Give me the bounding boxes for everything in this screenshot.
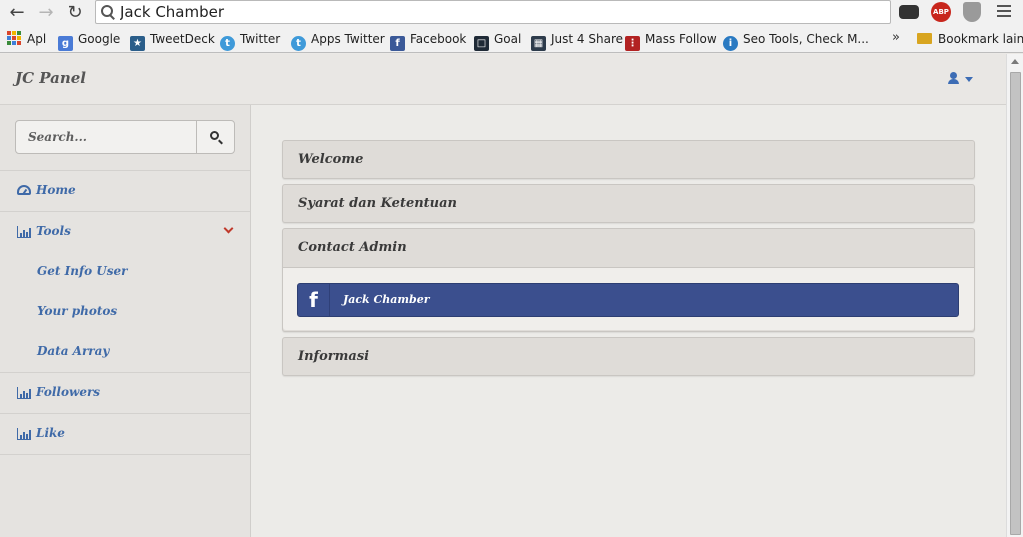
goal-icon: □ — [474, 36, 489, 51]
sidebar: Home Tools Get Info User Your photos Dat… — [0, 105, 251, 537]
panel-informasi: Informasi — [282, 337, 975, 376]
adblock-plus-icon[interactable]: ABP — [931, 2, 951, 22]
bookmark-label: Twitter — [240, 32, 281, 46]
bookmark-tweetdeck[interactable]: ★ TweetDeck — [130, 30, 215, 51]
sidebar-item-followers[interactable]: Followers — [0, 373, 250, 413]
scrollbar-thumb[interactable] — [1010, 72, 1021, 535]
panel-heading[interactable]: Welcome — [283, 141, 974, 178]
sidebar-item-label: Data Array — [37, 344, 110, 358]
facebook-icon: f — [390, 36, 405, 51]
search-input[interactable] — [15, 120, 197, 154]
bookmark-label: Mass Follow — [645, 32, 717, 46]
bookmark-facebook[interactable]: f Facebook — [390, 30, 467, 51]
address-bar[interactable] — [95, 0, 891, 24]
sidebar-item-like[interactable]: Like — [0, 414, 250, 454]
bookmark-label: Apl — [27, 32, 47, 46]
panel-heading[interactable]: Informasi — [283, 338, 974, 375]
sidebar-divider — [0, 454, 250, 455]
bookmark-label: Just 4 Share — [551, 32, 623, 46]
facebook-contact-label: Jack Chamber — [343, 293, 430, 306]
sidebar-item-label: Home — [36, 183, 76, 197]
sidebar-search — [15, 120, 235, 154]
twitter-bird-icon: t — [220, 36, 235, 51]
bookmark-mass-follow[interactable]: ⋮ Mass Follow — [625, 30, 717, 51]
back-arrow-icon[interactable]: ← — [6, 2, 28, 24]
user-icon-body — [948, 79, 959, 84]
sidebar-item-label: Your photos — [37, 304, 118, 318]
bookmark-apps-twitter[interactable]: t Apps Twitter — [291, 30, 385, 51]
bar-chart-icon — [17, 387, 31, 399]
panel-heading[interactable]: Syarat dan Ketentuan — [283, 185, 974, 222]
user-menu-toggle[interactable] — [948, 71, 978, 89]
bookmark-google[interactable]: g Google — [58, 30, 121, 51]
caret-down-icon — [965, 77, 973, 82]
panel-heading[interactable]: Contact Admin — [283, 229, 974, 266]
sidebar-item-label: Get Info User — [37, 264, 128, 278]
bar-chart-icon — [17, 428, 31, 440]
bookmark-label: Goal — [494, 32, 522, 46]
bookmark-seo-tools[interactable]: i Seo Tools, Check M... — [723, 30, 869, 51]
chevron-down-icon — [223, 223, 234, 234]
browser-toolbar: ← → ↻ ABP — [0, 0, 1023, 26]
search-icon — [100, 4, 114, 18]
bookmark-label: TweetDeck — [150, 32, 215, 46]
massfollow-icon: ⋮ — [625, 36, 640, 51]
sidebar-subitem-get-info-user[interactable]: Get Info User — [0, 252, 250, 292]
tweetdeck-icon: ★ — [130, 36, 145, 51]
search-icon — [210, 131, 219, 140]
facebook-contact-button[interactable]: f Jack Chamber — [297, 283, 959, 317]
search-button[interactable] — [196, 120, 235, 154]
google-icon: g — [58, 36, 73, 51]
user-icon — [950, 72, 957, 79]
forward-arrow-icon[interactable]: → — [35, 2, 57, 24]
bookmark-apl[interactable]: Apl — [7, 30, 46, 48]
just4share-icon: ▦ — [531, 36, 546, 51]
bookmark-label: Google — [78, 32, 121, 46]
apps-grid-icon — [7, 31, 22, 46]
reload-icon[interactable]: ↻ — [64, 2, 86, 24]
sidebar-subitem-your-photos[interactable]: Your photos — [0, 292, 250, 332]
bookmark-just4share[interactable]: ▦ Just 4 Share — [531, 30, 623, 51]
search-icon-handle — [218, 139, 223, 145]
mask-extension-icon[interactable] — [899, 5, 919, 19]
address-input[interactable] — [120, 2, 880, 22]
sidebar-subitem-data-array[interactable]: Data Array — [0, 332, 250, 372]
panel-syarat-dan-ketentuan: Syarat dan Ketentuan — [282, 184, 975, 223]
shield-extension-icon[interactable] — [963, 2, 981, 22]
panel-body: f Jack Chamber — [283, 267, 974, 330]
bookmarks-bar: Apl g Google ★ TweetDeck t Twitter t Apps Tw… — [0, 28, 1023, 51]
page: JC Panel Home Tools Get Info User — [0, 54, 1006, 537]
bookmark-goal[interactable]: □ Goal — [474, 30, 522, 51]
browser-chrome: ← → ↻ ABP Apl g Google ★ TweetDeck t Twitte… — [0, 0, 1023, 53]
other-bookmarks-label: Bookmark lain — [938, 32, 1023, 46]
bookmarks-overflow-chevron-icon[interactable]: » — [892, 30, 900, 45]
sidebar-item-tools[interactable]: Tools — [0, 212, 250, 252]
dashboard-icon — [17, 185, 31, 195]
page-scrollbar[interactable] — [1006, 54, 1023, 537]
bookmark-label: Apps Twitter — [311, 32, 385, 46]
top-navbar: JC Panel — [0, 54, 1006, 105]
facebook-icon: f — [298, 284, 330, 316]
info-icon: i — [723, 36, 738, 51]
panel-contact-admin: Contact Admin f Jack Chamber — [282, 228, 975, 332]
bar-chart-icon — [17, 226, 31, 238]
twitter-bird-icon: t — [291, 36, 306, 51]
scroll-up-arrow-icon[interactable] — [1011, 59, 1019, 64]
bookmark-label: Facebook — [410, 32, 467, 46]
other-bookmarks-folder[interactable]: Bookmark lain — [917, 30, 1023, 48]
bookmark-twitter[interactable]: t Twitter — [220, 30, 281, 51]
sidebar-item-label: Like — [36, 426, 65, 440]
brand-title[interactable]: JC Panel — [15, 69, 86, 87]
browser-menu-icon[interactable] — [997, 5, 1011, 19]
sidebar-item-label: Tools — [36, 224, 71, 238]
folder-icon — [917, 33, 932, 44]
panel-welcome: Welcome — [282, 140, 975, 179]
bookmark-label: Seo Tools, Check M... — [743, 32, 869, 46]
sidebar-item-label: Followers — [36, 385, 101, 399]
sidebar-item-home[interactable]: Home — [0, 171, 250, 211]
